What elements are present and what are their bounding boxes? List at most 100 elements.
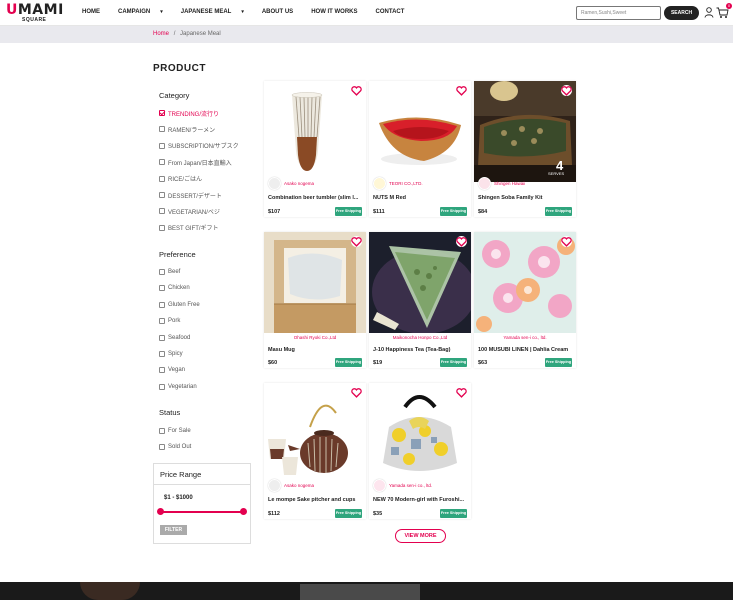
checkbox[interactable] bbox=[159, 126, 165, 133]
product-image-dahlia-linen[interactable] bbox=[474, 232, 576, 333]
product-image-furoshiki[interactable] bbox=[369, 383, 471, 484]
seller-info[interactable]: Asako nogema bbox=[268, 479, 314, 492]
heart-icon[interactable] bbox=[456, 387, 467, 398]
heart-icon[interactable] bbox=[351, 387, 362, 398]
price-range-title: Price Range bbox=[160, 470, 202, 479]
checkbox[interactable] bbox=[159, 367, 165, 374]
seller-info[interactable]: Yamada sen-i co., ltd. bbox=[373, 479, 432, 492]
product-image-nuts-bowl[interactable] bbox=[369, 81, 471, 182]
product-name[interactable]: NUTS M Red bbox=[373, 195, 469, 201]
checkbox[interactable] bbox=[159, 301, 165, 308]
category-option[interactable]: BEST GIFT/ギフト bbox=[159, 223, 219, 233]
product-name[interactable]: 100 MUSUBI LINEN | Dahlia Cream bbox=[478, 347, 574, 353]
free-shipping-badge: Free Shipping bbox=[335, 207, 362, 216]
checkbox[interactable] bbox=[159, 444, 165, 451]
preference-option[interactable]: Vegetarian bbox=[159, 382, 197, 392]
checkbox[interactable] bbox=[159, 159, 165, 166]
checkbox[interactable] bbox=[159, 318, 165, 325]
checkbox[interactable] bbox=[159, 383, 165, 390]
preference-option[interactable]: Pork bbox=[159, 316, 180, 326]
product-name[interactable]: Masu Mug bbox=[268, 347, 364, 353]
user-icon[interactable] bbox=[704, 7, 714, 18]
checkbox[interactable] bbox=[159, 334, 165, 341]
nav-contact-label: CONTACT bbox=[375, 9, 405, 15]
product-card[interactable]: TEORI CO.,LTD. NUTS M Red $111 Free Ship… bbox=[369, 81, 471, 217]
status-option[interactable]: For Sale bbox=[159, 426, 191, 436]
product-image-soba-kit[interactable]: 4 SERVES bbox=[474, 81, 576, 182]
category-option[interactable]: SUBSCRIPTION/サブスク bbox=[159, 141, 239, 151]
preference-option[interactable]: Beef bbox=[159, 267, 180, 277]
price-slider-min-handle[interactable] bbox=[157, 508, 164, 515]
site-header: UMAMI SQUARE HOME CAMPAIGN ▾ JAPANESE MEA… bbox=[0, 0, 733, 26]
checkbox[interactable] bbox=[159, 285, 165, 292]
product-card[interactable]: 4 SERVES Shingen Hawaii Shingen Soba Fam… bbox=[474, 81, 576, 217]
filter-button[interactable]: FILTER bbox=[160, 525, 187, 535]
view-more-button[interactable]: VIEW MORE bbox=[395, 529, 446, 543]
seller-info[interactable]: Ohashi Ryoki Co.,Ltd bbox=[264, 335, 366, 340]
product-card[interactable]: Maikonocha Honpo Co.,Ltd J-10 Happiness … bbox=[369, 232, 471, 368]
product-card[interactable]: Asako nogema Le mompe Sake pitcher and c… bbox=[264, 383, 366, 519]
nav-how-it-works[interactable]: HOW IT WORKS bbox=[311, 9, 366, 15]
product-name[interactable]: Le mompe Sake pitcher and cups bbox=[268, 497, 364, 503]
nav-home[interactable]: HOME bbox=[82, 9, 109, 15]
checkbox[interactable] bbox=[159, 142, 165, 149]
umami-logo[interactable]: UMAMI SQUARE bbox=[6, 2, 63, 24]
heart-icon[interactable] bbox=[456, 85, 467, 96]
heart-icon[interactable] bbox=[351, 85, 362, 96]
checkbox[interactable] bbox=[159, 351, 165, 357]
product-name[interactable]: J-10 Happiness Tea (Tea-Bag) bbox=[373, 347, 469, 353]
category-option[interactable]: RICE/ごはん bbox=[159, 174, 202, 184]
heart-icon[interactable] bbox=[456, 236, 467, 247]
nav-contact[interactable]: CONTACT bbox=[376, 9, 414, 15]
checkbox[interactable] bbox=[159, 428, 165, 434]
product-image-tea-bag[interactable] bbox=[369, 232, 471, 333]
price-slider-max-handle[interactable] bbox=[240, 508, 247, 515]
category-label: TRENDING/流行り bbox=[168, 111, 220, 118]
product-name[interactable]: NEW 70 Modern-girl with Furoshi... bbox=[373, 497, 469, 503]
product-name[interactable]: Shingen Soba Family Kit bbox=[478, 195, 574, 201]
category-option[interactable]: VEGETARIAN/ベジ bbox=[159, 206, 220, 216]
seller-info[interactable]: Asako nogema bbox=[268, 177, 314, 190]
product-card[interactable]: Asako nogema Combination beer tumbler (s… bbox=[264, 81, 366, 217]
preference-option[interactable]: Gluten Free bbox=[159, 300, 200, 310]
product-image-beer-tumbler[interactable] bbox=[264, 81, 366, 182]
preference-option[interactable]: Seafood bbox=[159, 333, 190, 343]
heart-icon[interactable] bbox=[561, 236, 572, 247]
search-input[interactable]: Ramen,Sushi,Sweet bbox=[576, 6, 661, 20]
product-card[interactable]: Ohashi Ryoki Co.,Ltd Masu Mug $60 Free S… bbox=[264, 232, 366, 368]
nav-campaign[interactable]: CAMPAIGN ▾ bbox=[118, 9, 172, 15]
category-option[interactable]: From Japan/日本直輸入 bbox=[159, 157, 232, 167]
category-option[interactable]: RAMEN/ラーメン bbox=[159, 124, 215, 134]
preference-option[interactable]: Chicken bbox=[159, 283, 190, 293]
nav-japanese-meal[interactable]: JAPANESE MEAL ▾ bbox=[181, 9, 253, 15]
checkbox[interactable] bbox=[159, 110, 165, 116]
product-image-sake-pitcher[interactable] bbox=[264, 383, 366, 484]
price-slider[interactable] bbox=[157, 508, 247, 515]
product-card[interactable]: Yamada sen-i co., ltd. 100 MUSUBI LINEN … bbox=[474, 232, 576, 368]
checkbox[interactable] bbox=[159, 175, 165, 182]
preference-label: Seafood bbox=[168, 334, 191, 341]
checkbox[interactable] bbox=[159, 224, 165, 231]
product-card[interactable]: Yamada sen-i co., ltd. NEW 70 Modern-gir… bbox=[369, 383, 471, 519]
heart-icon[interactable] bbox=[561, 85, 572, 96]
breadcrumb-home[interactable]: Home bbox=[153, 31, 169, 37]
seller-info[interactable]: Maikonocha Honpo Co.,Ltd bbox=[369, 335, 471, 340]
product-image-masu-mug[interactable] bbox=[264, 232, 366, 333]
logo-letter-u: U bbox=[6, 2, 18, 18]
heart-icon[interactable] bbox=[351, 236, 362, 247]
category-option[interactable]: TRENDING/流行り bbox=[159, 108, 219, 118]
category-option[interactable]: DESSERT/デザート bbox=[159, 190, 222, 200]
seller-info[interactable]: Yamada sen-i co., ltd. bbox=[474, 335, 576, 340]
checkbox[interactable] bbox=[159, 269, 165, 275]
seller-info[interactable]: TEORI CO.,LTD. bbox=[373, 177, 423, 190]
preference-option[interactable]: Vegan bbox=[159, 365, 185, 375]
product-name[interactable]: Combination beer tumbler (slim l... bbox=[268, 195, 364, 201]
seller-info[interactable]: Shingen Hawaii bbox=[478, 177, 525, 190]
preference-option[interactable]: Spicy bbox=[159, 349, 183, 359]
search-button[interactable]: SEARCH bbox=[664, 6, 699, 20]
nav-about-us[interactable]: ABOUT US bbox=[262, 9, 302, 15]
preference-label: Vegetarian bbox=[168, 383, 197, 390]
checkbox[interactable] bbox=[159, 192, 165, 198]
checkbox[interactable] bbox=[159, 208, 165, 215]
status-option[interactable]: Sold Out bbox=[159, 442, 191, 452]
